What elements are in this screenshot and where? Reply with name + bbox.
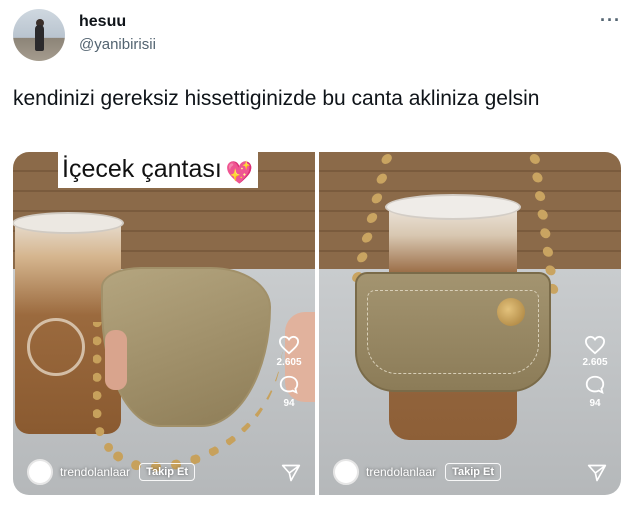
avatar[interactable]: [13, 9, 65, 61]
heart-icon[interactable]: [584, 335, 606, 355]
comment-count: 94: [283, 398, 295, 409]
action-rail: 2.605 94: [579, 335, 611, 415]
cup-lid: [385, 194, 521, 220]
cup-logo: [27, 318, 85, 376]
tweet-text: kendinizi gereksiz hissettiginizde bu ca…: [13, 87, 540, 110]
creator-avatar[interactable]: [333, 459, 359, 485]
video-footer: trendolanlaar Takip Et: [333, 459, 502, 485]
creator-avatar[interactable]: [27, 459, 53, 485]
avatar-figure-body: [35, 25, 44, 51]
creator-username[interactable]: trendolanlaar: [366, 465, 436, 479]
user-handle[interactable]: @yanibirisii: [79, 36, 156, 53]
like-count: 2.605: [276, 357, 302, 368]
heart-icon[interactable]: [278, 335, 300, 355]
comment-icon[interactable]: [584, 374, 606, 396]
share-icon[interactable]: [281, 463, 301, 483]
comment-count: 94: [589, 398, 601, 409]
video-footer: trendolanlaar Takip Et: [27, 459, 196, 485]
follow-button[interactable]: Takip Et: [445, 463, 502, 481]
share-icon[interactable]: [587, 463, 607, 483]
like-count: 2.605: [582, 357, 608, 368]
caption-text: İçecek çantası: [62, 155, 222, 183]
more-options-icon[interactable]: ···: [600, 10, 621, 31]
follow-button[interactable]: Takip Et: [139, 463, 196, 481]
video-caption-overlay: İçecek çantası 💖: [58, 152, 258, 188]
leather-cup-sleeve: [355, 272, 551, 392]
display-name[interactable]: hesuu: [79, 13, 126, 31]
comment-icon[interactable]: [278, 374, 300, 396]
media-grid: İçecek çantası 💖 2.605 94 trendolanlaar T…: [13, 152, 621, 495]
creator-username[interactable]: trendolanlaar: [60, 465, 130, 479]
cup-lid: [13, 212, 124, 234]
video-thumbnail-right[interactable]: 2.605 94 trendolanlaar Takip Et: [319, 152, 621, 495]
action-rail: 2.605 94: [273, 335, 305, 415]
video-thumbnail-left[interactable]: İçecek çantası 💖 2.605 94 trendolanlaar T…: [13, 152, 315, 495]
sparkling-heart-icon: 💖: [225, 160, 254, 185]
gold-charm: [497, 298, 525, 326]
